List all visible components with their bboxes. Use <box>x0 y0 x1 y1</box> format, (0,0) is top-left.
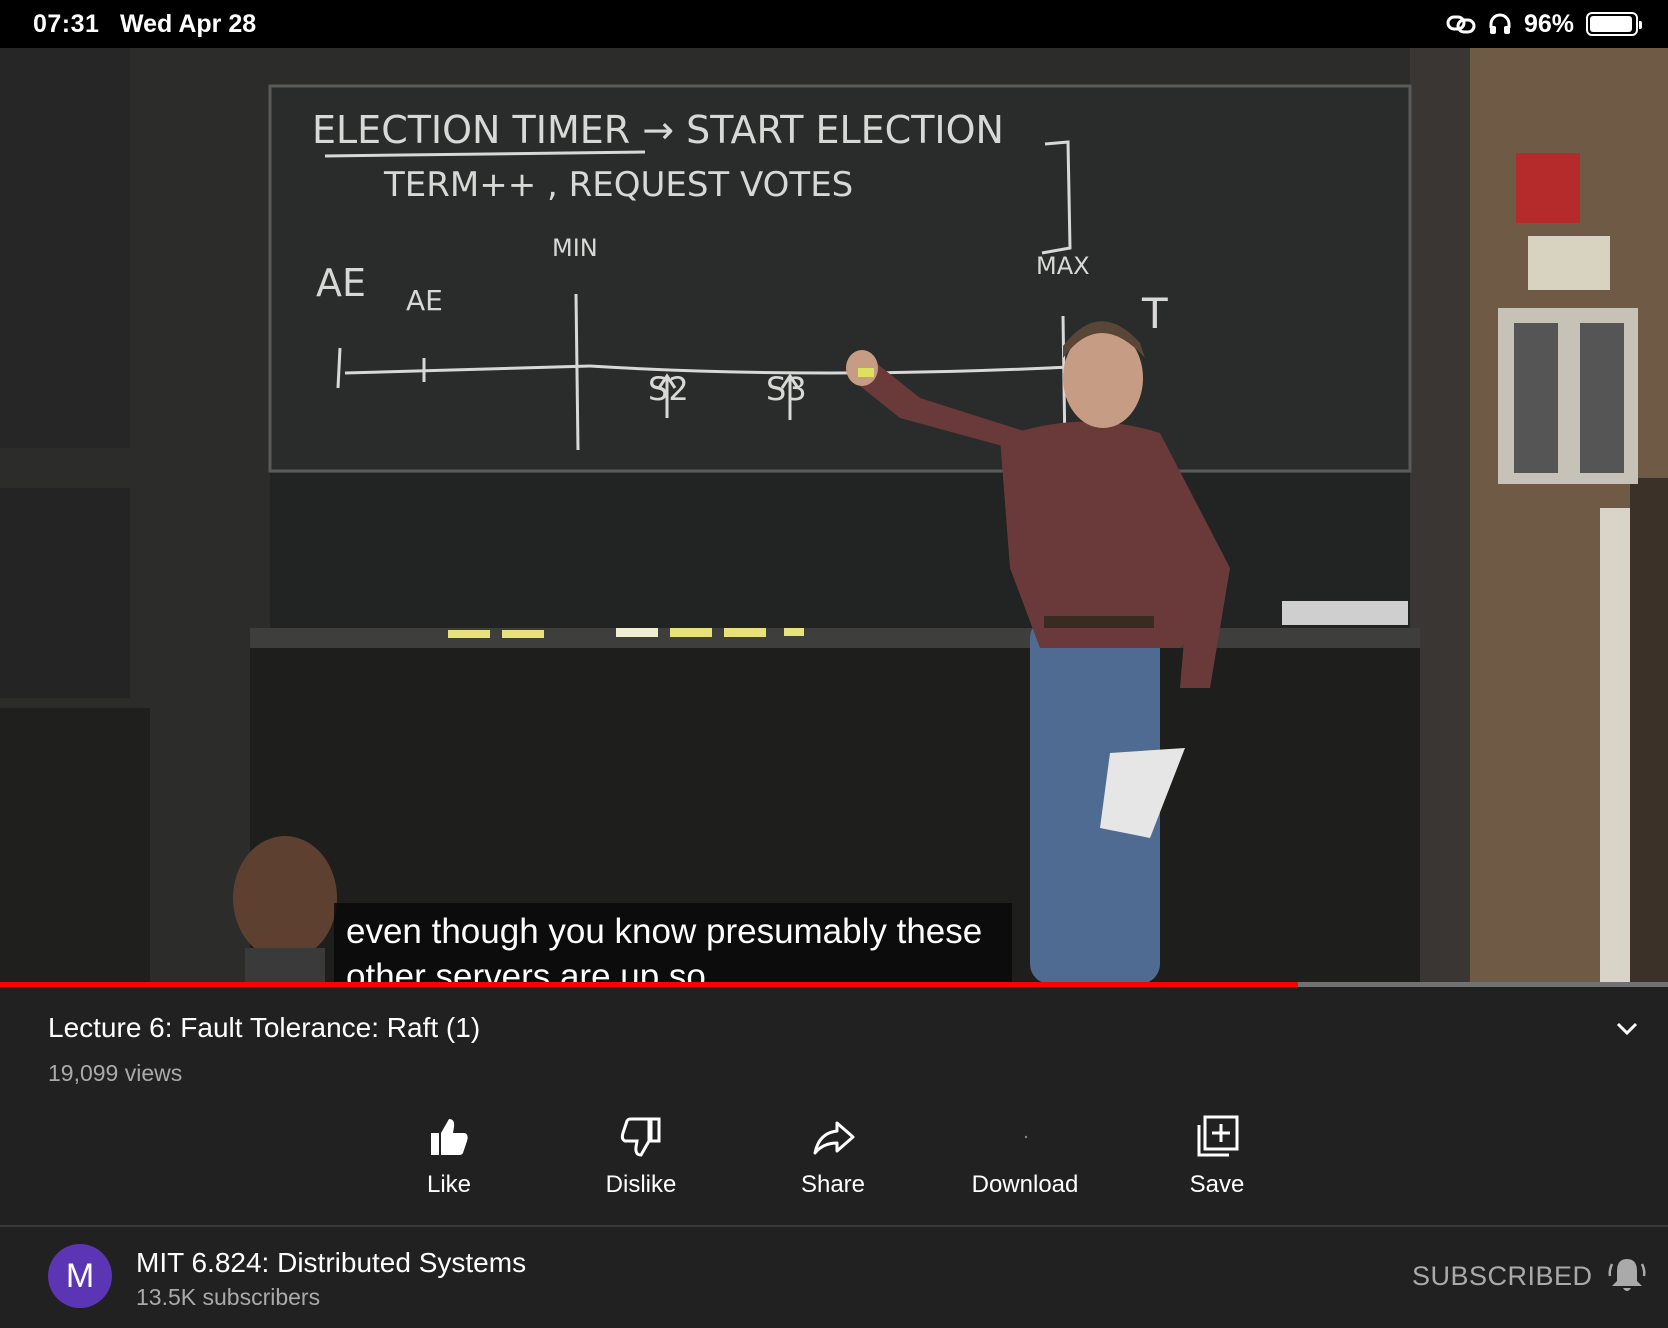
headphones-icon <box>1489 13 1511 34</box>
share-button[interactable]: Share <box>743 1115 923 1199</box>
thumbs-up-icon <box>431 1119 468 1155</box>
dislike-button[interactable]: Dislike <box>551 1115 731 1199</box>
thumbs-down-icon <box>620 1117 661 1157</box>
download-label: Download <box>971 1171 1079 1198</box>
video-player[interactable]: ELECTION TIMER → START ELECTION TERM++ ,… <box>0 48 1668 984</box>
share-label: Share <box>800 1171 866 1198</box>
channel-row[interactable]: M MIT 6.824: Distributed Systems 13.5K s… <box>0 1227 1668 1328</box>
board-s2: S2 <box>648 370 689 408</box>
subscribed-button[interactable]: SUBSCRIBED <box>1412 1261 1593 1292</box>
caption-line-1: even though you know presumably these <box>346 912 983 951</box>
video-title: Lecture 6: Fault Tolerance: Raft (1) <box>48 1012 481 1043</box>
like-button[interactable]: Like <box>359 1115 539 1199</box>
save-label: Save <box>1189 1171 1245 1198</box>
save-button[interactable]: Save <box>1127 1115 1307 1199</box>
board-max: MAX <box>1036 252 1090 280</box>
save-to-playlist-icon <box>1197 1115 1239 1157</box>
board-ae-mid: AE <box>406 284 443 317</box>
board-t: T <box>1141 289 1168 338</box>
closed-caption: even though you know presumably these ot… <box>334 903 1012 984</box>
action-bar: Like Dislike Share Download Save <box>0 1115 1668 1215</box>
channel-name[interactable]: MIT 6.824: Distributed Systems <box>136 1247 526 1279</box>
board-line1: ELECTION TIMER → START ELECTION <box>312 108 1004 152</box>
status-indicators: 96% <box>1446 8 1642 40</box>
dislike-label: Dislike <box>605 1171 677 1198</box>
link-icon <box>1446 15 1476 34</box>
download-button[interactable]: Download <box>935 1115 1115 1199</box>
subscriber-count: 13.5K subscribers <box>136 1284 321 1310</box>
status-time: 07:31 <box>33 10 100 38</box>
caption-line-2: other servers are up so <box>346 957 706 984</box>
battery-fill <box>1590 16 1633 32</box>
progress-played <box>0 982 1298 987</box>
view-count: 19,099 views <box>48 1060 183 1086</box>
status-bar: 07:31 Wed Apr 28 96% <box>0 0 1668 48</box>
video-frame: ELECTION TIMER → START ELECTION TERM++ ,… <box>0 48 1668 984</box>
notification-bell-icon[interactable] <box>1606 1254 1648 1296</box>
chevron-down-icon[interactable] <box>1612 1016 1642 1040</box>
board-line2: TERM++ , REQUEST VOTES <box>383 165 853 205</box>
channel-avatar[interactable]: M <box>48 1244 112 1308</box>
download-icon <box>1024 1135 1028 1139</box>
board-min: MIN <box>552 234 598 262</box>
share-icon <box>813 1121 855 1155</box>
like-label: Like <box>426 1171 472 1198</box>
battery-icon <box>1586 12 1642 36</box>
video-progress-bar[interactable] <box>0 982 1668 987</box>
board-ae-left: AE <box>316 261 366 305</box>
status-date: Wed Apr 28 <box>120 10 257 38</box>
board-s3: S3 <box>766 370 807 408</box>
battery-percent: 96% <box>1523 9 1574 38</box>
